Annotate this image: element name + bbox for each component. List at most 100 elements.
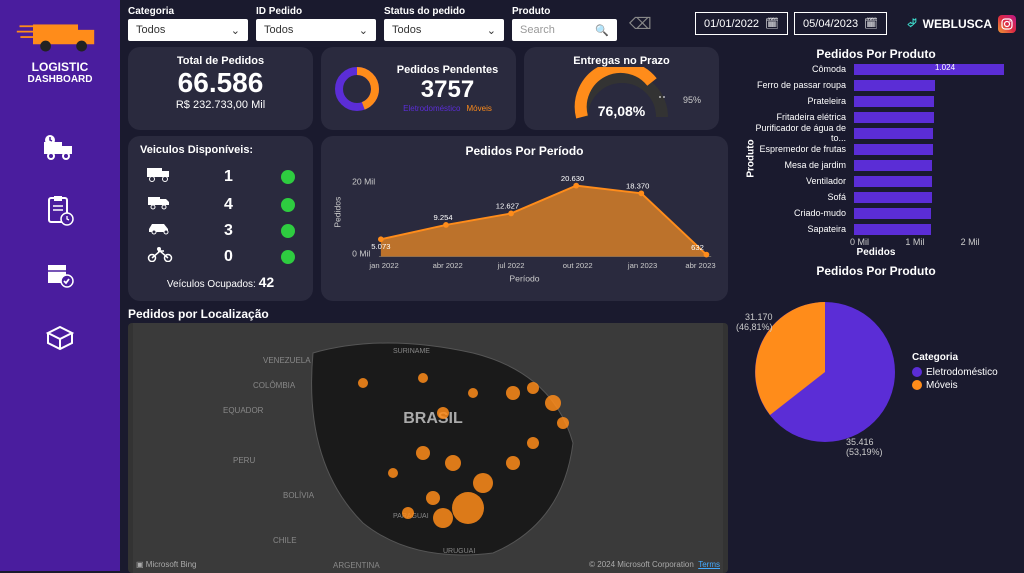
vehicle-row: 1 [140,162,301,191]
svg-text:632: 632 [691,243,704,252]
svg-text:20 Mil: 20 Mil [352,177,375,187]
bar-fill [854,80,935,91]
kpi-prazo-title: Entregas no Prazo [536,55,707,67]
bar-row: Prateleira1.093 [740,93,1016,109]
svg-text:abr 2023: abr 2023 [685,261,715,270]
vehicle-row: 4 [140,191,301,218]
vehicles-footer-label: Veículos Ocupados: [167,279,256,290]
kpi-prazo: Entregas no Prazo 76,08% 95% [524,47,719,130]
date-start[interactable]: 01/01/2022🗓 [695,12,788,35]
main-content: Categoria Todos⌄ ID Pedido Todos⌄ Status… [120,0,1024,571]
vehicle-row: 3 [140,218,301,243]
legend-label-2: Móveis [926,380,958,391]
filter-idpedido: ID Pedido Todos⌄ [256,6,376,41]
bar-label: Cômoda [740,64,850,74]
bar-row: Criado-mudo1.052 [740,205,1016,221]
calendar-icon: 🗓 [765,17,779,30]
vehicles-footer-value: 42 [259,274,275,290]
map-visual[interactable]: BRASIL VENEZUELA COLÔMBIA SURINAME EQUAD… [128,323,728,573]
bar-row: Purificador de água de to...1.079 [740,125,1016,141]
map-bing: ▣ Microsoft Bing [136,560,196,569]
bar-row: Sofá1.053 [740,189,1016,205]
bar-fill [854,64,1004,75]
svg-text:EQUADOR: EQUADOR [223,406,264,415]
period-ylabel: Pedidos [333,197,343,228]
bar-label: Sofá [740,192,850,202]
filter-idpedido-select[interactable]: Todos⌄ [256,19,376,41]
svg-text:CHILE: CHILE [273,536,297,545]
map-copyright: © 2024 Microsoft Corporation [589,560,694,569]
instagram-icon[interactable] [998,15,1016,33]
bar-title: Pedidos Por Produto [736,47,1016,61]
svg-text:20.630: 20.630 [561,174,584,183]
logo-text-1: LOGISTIC [15,61,105,74]
clear-filters-icon[interactable]: ⌫ [629,14,652,34]
svg-text:Período: Período [509,273,539,283]
map-terms-link[interactable]: Terms [698,560,720,569]
svg-text:BOLÍVIA: BOLÍVIA [283,491,315,500]
kpi-total-value: 66.586 [140,67,301,99]
chevron-down-icon: ⌄ [359,24,368,37]
svg-text:PERU: PERU [233,456,255,465]
logo: LOGISTIC DASHBOARD [15,8,105,85]
bar-fill [854,112,934,123]
sidebar: LOGISTIC DASHBOARD [0,0,120,571]
nav-clipboard-icon[interactable] [40,191,80,231]
mid-row: Veiculos Disponíveis: 1 4 30 Veículos Ocup… [128,136,728,301]
motorcycle-icon [146,246,176,267]
legend-swatch-2 [912,380,922,390]
gauge-value: 76,08% [598,103,645,119]
kpi-pend-cat2: Móveis [467,104,492,113]
vehicle-count: 4 [219,196,239,214]
vehicles-title: Veiculos Disponíveis: [140,144,301,156]
brand-name: WEBLUSCA [923,17,992,31]
map-title: Pedidos por Localização [128,307,728,321]
legend-label-1: Eletrodoméstico [926,367,998,378]
filter-status-label: Status do pedido [384,6,504,17]
calendar-icon: 🗓 [864,17,878,30]
brand-cursor-icon: ⮰ [907,16,917,31]
bar-label: Sapateira [740,224,850,234]
period-title: Pedidos Por Período [333,144,716,158]
svg-text:out 2022: out 2022 [563,261,593,270]
svg-text:VENEZUELA: VENEZUELA [263,356,311,365]
search-input[interactable]: Search🔍 [512,19,617,41]
date-end[interactable]: 05/04/2023🗓 [794,12,887,35]
filter-produto: Produto Search🔍 [512,6,617,41]
svg-text:abr 2022: abr 2022 [433,261,463,270]
bar-row: Ferro de passar roupa1.094 [740,77,1016,93]
svg-text:COLÔMBIA: COLÔMBIA [253,381,296,390]
gauge-target: 95% [683,95,701,105]
pie-label1-val: 31.170 [736,312,773,322]
status-dot [281,170,295,184]
search-icon: 🔍 [595,24,609,37]
bar-fill [854,160,932,171]
chevron-down-icon: ⌄ [487,24,496,37]
bar-row: Cômoda1.0242.041 [740,61,1016,77]
vehicle-count: 1 [219,168,239,186]
bar-highlight: 1.024 [935,63,955,72]
bar-chart: Pedidos Por Produto Produto Cômoda1.0242… [736,47,1016,258]
nav-box-open-icon[interactable] [40,319,80,359]
status-dot [281,198,295,212]
nav-delivery-icon[interactable] [40,127,80,167]
filter-idpedido-label: ID Pedido [256,6,376,17]
nav-package-check-icon[interactable] [40,255,80,295]
vehicle-row: 0 [140,243,301,270]
filter-categoria-select[interactable]: Todos⌄ [128,19,248,41]
legend-title: Categoria [912,352,998,363]
filter-produto-label: Produto [512,6,617,17]
donut-icon [333,65,381,113]
bar-fill [854,192,932,203]
truck-small-icon [146,194,176,215]
svg-text:9.254: 9.254 [434,213,454,222]
kpi-pend-title: Pedidos Pendentes [391,64,504,76]
truck-logo-icon [15,8,105,58]
map-svg: BRASIL VENEZUELA COLÔMBIA SURINAME EQUAD… [128,323,728,573]
bar-xlabel: Pedidos [736,247,1016,258]
kpi-pend-value: 3757 [391,76,504,104]
kpi-row: Total de Pedidos 66.586 R$ 232.733,00 Mi… [128,47,728,130]
truck-large-icon [146,165,176,188]
bar-fill [854,208,931,219]
filter-status-select[interactable]: Todos⌄ [384,19,504,41]
